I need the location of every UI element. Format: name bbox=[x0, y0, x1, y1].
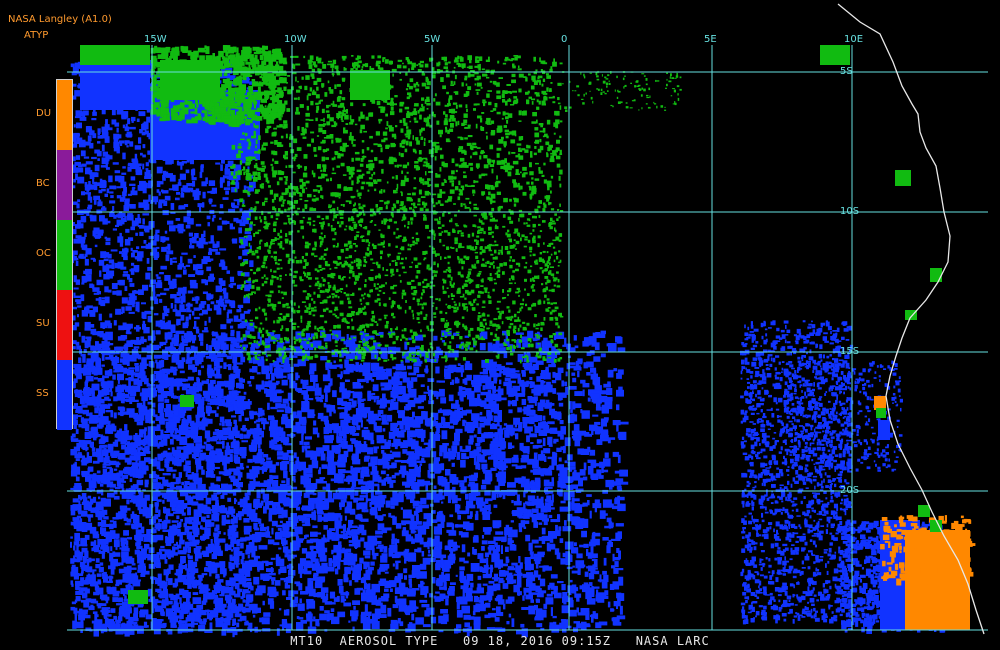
legend-swatch-bc bbox=[57, 150, 72, 220]
lat-label: 15S bbox=[840, 346, 860, 357]
legend-label-du: DU bbox=[36, 108, 52, 119]
legend-label-oc: OC bbox=[36, 248, 51, 259]
legend-label-bc: BC bbox=[36, 178, 50, 189]
legend-swatch-ss bbox=[57, 360, 72, 430]
source-label: NASA Langley (A1.0) bbox=[8, 14, 112, 25]
aerosol-pixels bbox=[70, 45, 976, 638]
legend-label-ss: SS bbox=[36, 388, 49, 399]
aerosol-map bbox=[67, 3, 988, 638]
legend-label-su: SU bbox=[36, 318, 50, 329]
lat-label: 10S bbox=[840, 206, 860, 217]
aerosol-type-legend bbox=[56, 79, 73, 430]
lon-label: 15W bbox=[144, 34, 167, 45]
lon-label: 5E bbox=[704, 34, 717, 45]
legend-swatch-du bbox=[57, 80, 72, 150]
lon-label: 10E bbox=[844, 34, 864, 45]
legend-swatch-oc bbox=[57, 220, 72, 290]
map-footer: MT10 AEROSOL TYPE 09 18, 2016 09:15Z NAS… bbox=[290, 634, 710, 648]
lon-label: 5W bbox=[424, 34, 441, 45]
lat-label: 20S bbox=[840, 485, 860, 496]
lon-label: 10W bbox=[284, 34, 307, 45]
lat-label: 5S bbox=[840, 66, 853, 77]
lon-label: 0 bbox=[561, 34, 568, 45]
product-label: ATYP bbox=[24, 30, 49, 41]
legend-swatch-su bbox=[57, 290, 72, 360]
